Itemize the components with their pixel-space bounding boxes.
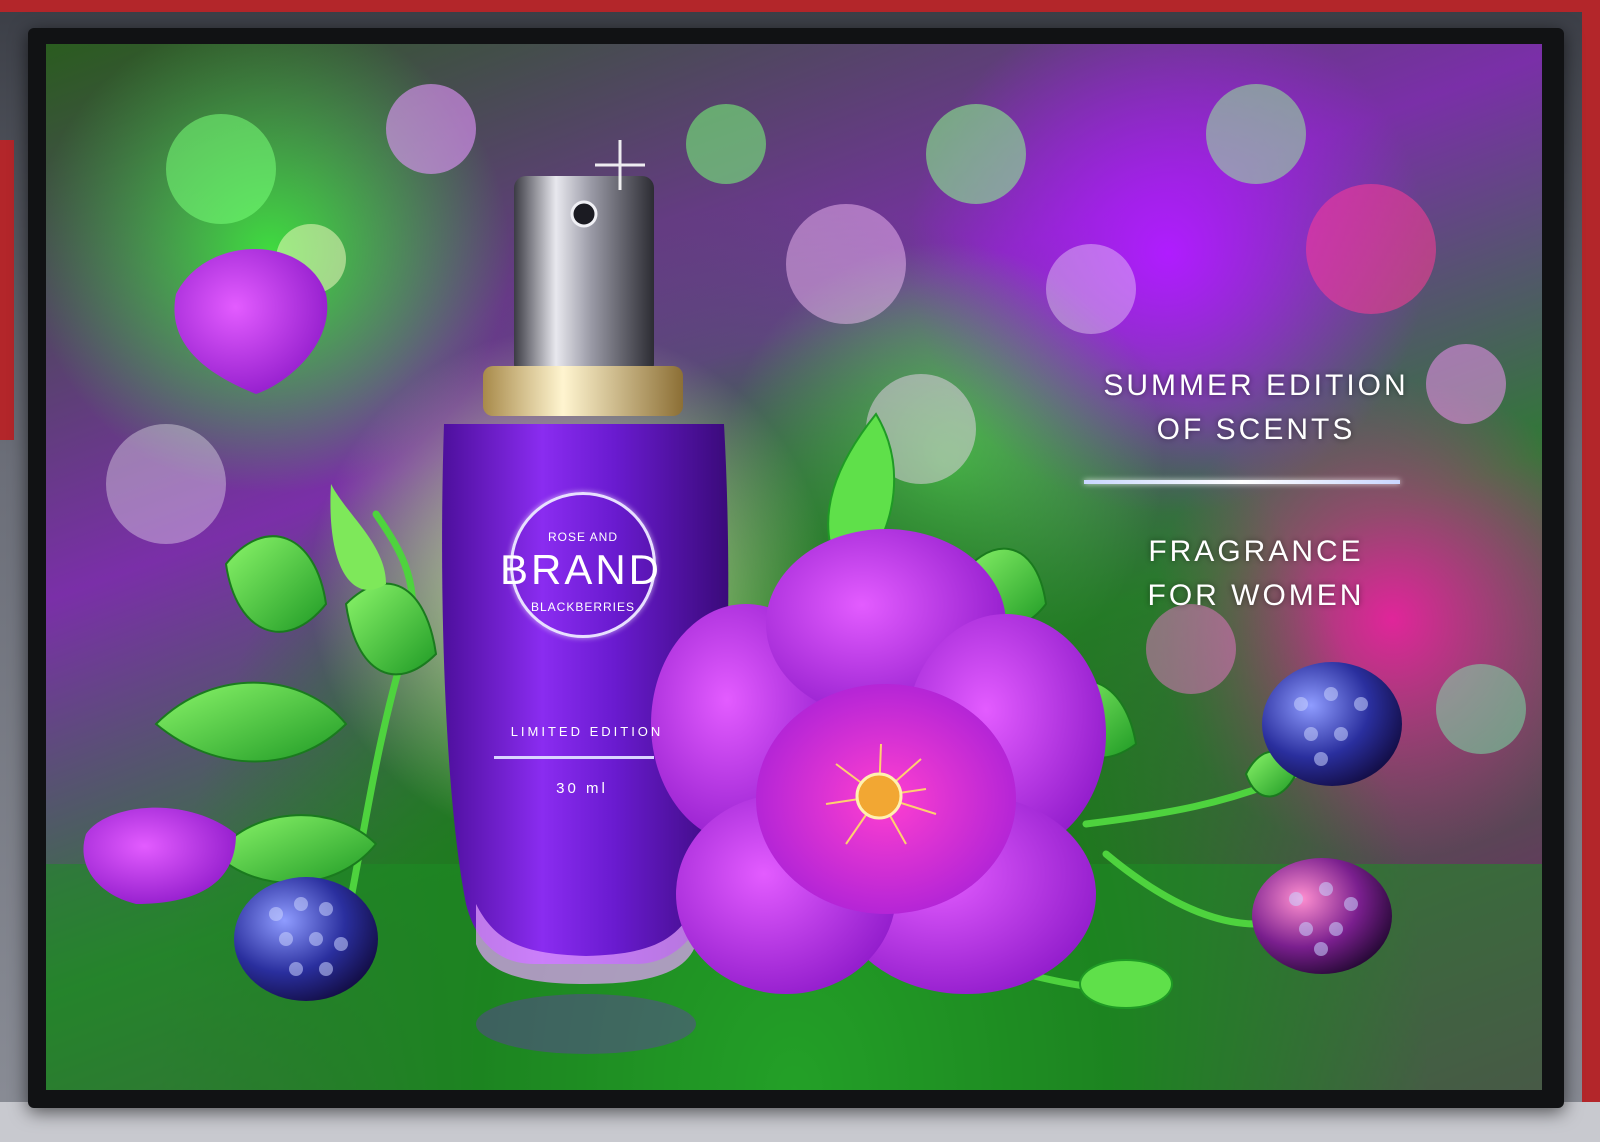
red-rack-left: [0, 140, 14, 440]
headline-line-1: SUMMER EDITION: [1103, 369, 1409, 402]
leaf: [344, 582, 438, 676]
label-divider: [494, 756, 654, 759]
limited-edition-text: LIMITED EDITION: [510, 724, 664, 739]
label-top-text: ROSE AND: [547, 530, 618, 544]
leaf: [154, 681, 348, 763]
floor: [0, 1102, 1600, 1142]
headline-divider: [1084, 480, 1400, 484]
headline-line-2: OF SCENTS: [1156, 413, 1356, 446]
subline-line-2: FOR WOMEN: [1147, 579, 1365, 612]
advertisement-panel: ROSE AND BRAND BLACKBERRIES LIMITED EDIT…: [46, 44, 1542, 1090]
subline-line-1: FRAGRANCE: [1148, 535, 1364, 568]
volume-text: 30 ml: [556, 780, 608, 797]
leaf: [224, 535, 328, 633]
headline: SUMMER EDITION OF SCENTS: [1086, 364, 1426, 452]
label-bottom-text: BLACKBERRIES: [530, 600, 636, 614]
red-rack-right: [1582, 0, 1600, 1142]
brand-name: BRAND: [499, 546, 663, 593]
subline: FRAGRANCE FOR WOMEN: [1086, 530, 1426, 618]
red-rack-top: [0, 0, 1600, 12]
